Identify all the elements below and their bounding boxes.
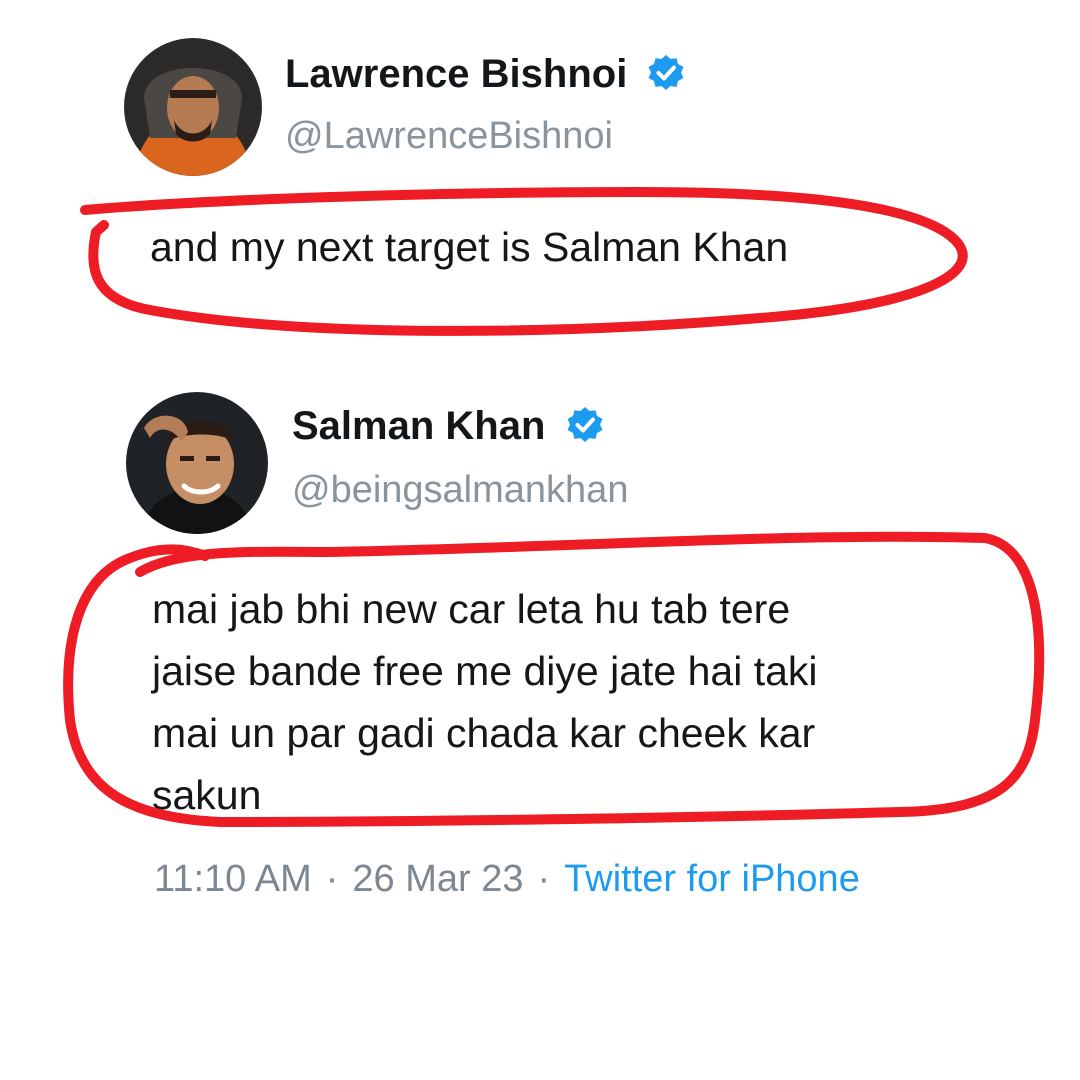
avatar[interactable] — [124, 38, 262, 176]
meta-separator: · — [537, 858, 551, 900]
meta-separator: · — [325, 858, 339, 900]
tweet-text-line: sakun — [152, 772, 262, 818]
author-name-text: Salman Khan — [292, 404, 546, 448]
tweet-text-line: mai un par gadi chada kar cheek kar — [152, 710, 816, 756]
tweet-text-line: jaise bande free me diye jate hai taki — [152, 648, 818, 694]
verified-badge-icon — [565, 405, 605, 456]
tweet-body: mai jab bhi new car leta hu tab tere jai… — [152, 578, 818, 826]
author-name-text: Lawrence Bishnoi — [285, 52, 628, 96]
tweet-text-line: mai jab bhi new car leta hu tab tere — [152, 586, 791, 632]
author-name[interactable]: Lawrence Bishnoi — [285, 50, 686, 104]
avatar[interactable] — [126, 392, 268, 534]
person-hoodie-avatar-icon — [124, 38, 262, 176]
author-handle[interactable]: @LawrenceBishnoi — [285, 114, 613, 158]
tweet-date[interactable]: 26 Mar 23 — [352, 858, 523, 900]
tweet-text: and my next target is Salman Khan — [150, 224, 789, 270]
author-name[interactable]: Salman Khan — [292, 402, 605, 456]
tweet-source-link[interactable]: Twitter for iPhone — [564, 858, 860, 900]
author-handle[interactable]: @beingsalmankhan — [292, 468, 628, 512]
person-avatar-icon — [126, 392, 268, 534]
verified-badge-icon — [646, 53, 686, 104]
tweet-meta: 11:10 AM · 26 Mar 23 · Twitter for iPhone — [154, 857, 860, 901]
tweet-time[interactable]: 11:10 AM — [154, 858, 312, 900]
